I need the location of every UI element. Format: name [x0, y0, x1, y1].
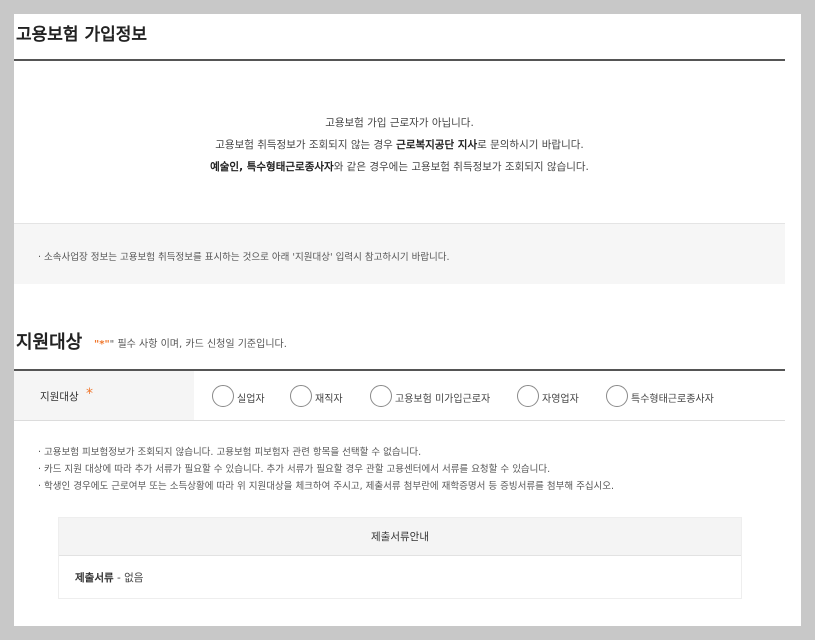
- radio-circle[interactable]: [606, 385, 628, 407]
- row-label: 지원대상: [40, 391, 79, 403]
- row-label-cell: 지원대상 *: [14, 371, 194, 420]
- insurance-info-box: 고용보험 가입 근로자가 아닙니다. 고용보험 취득정보가 조회되지 않는 경우…: [14, 61, 785, 223]
- note-text: · 소속사업장 정보는 고용보험 취득정보를 표시하는 것으로 아래 '지원대상…: [38, 252, 450, 263]
- documents-header: 제출서류안내: [59, 518, 741, 556]
- guidance-item: · 학생인 경우에도 근로여부 또는 소득상황에 따라 위 지원대상을 체크하여…: [38, 481, 615, 492]
- info-line-3: 예술인, 특수형태근로종사자와 같은 경우에는 고용보험 취득정보가 조회되지 …: [210, 161, 589, 173]
- target-title: 지원대상: [16, 332, 83, 353]
- required-star: *: [86, 386, 93, 402]
- guidance-item: · 카드 지원 대상에 따라 추가 서류가 필요할 수 있습니다. 추가 서류가…: [38, 464, 551, 475]
- info-line-1: 고용보험 가입 근로자가 아닙니다.: [325, 117, 474, 129]
- note-strip: · 소속사업장 정보는 고용보험 취득정보를 표시하는 것으로 아래 '지원대상…: [14, 223, 785, 284]
- required-note: "*"" 필수 사항 이며, 카드 신청일 기준입니다.: [94, 339, 287, 350]
- page: 고용보험 가입정보 고용보험 가입 근로자가 아닙니다. 고용보험 취득정보가 …: [14, 14, 801, 626]
- guidance-list: · 고용보험 피보험정보가 조회되지 않습니다. 고용보험 피보험자 관련 항목…: [38, 444, 614, 495]
- documents-box: 제출서류안내 제출서류 - 없음: [58, 517, 742, 599]
- radio-circle[interactable]: [370, 385, 392, 407]
- info-line-2: 고용보험 취득정보가 조회되지 않는 경우 근로복지공단 지사로 문의하시기 바…: [215, 139, 584, 151]
- radio-circle[interactable]: [517, 385, 539, 407]
- documents-body: 제출서류 - 없음: [75, 572, 144, 584]
- radio-circle[interactable]: [290, 385, 312, 407]
- guidance-item: · 고용보험 피보험정보가 조회되지 않습니다. 고용보험 피보험자 관련 항목…: [38, 447, 422, 458]
- target-radio-row: 지원대상 * 실업자 재직자 고용보험 미가입근로자 자영업자 특수형태근로종사…: [14, 371, 785, 421]
- section-title: 고용보험 가입정보: [16, 25, 148, 45]
- radio-circle[interactable]: [212, 385, 234, 407]
